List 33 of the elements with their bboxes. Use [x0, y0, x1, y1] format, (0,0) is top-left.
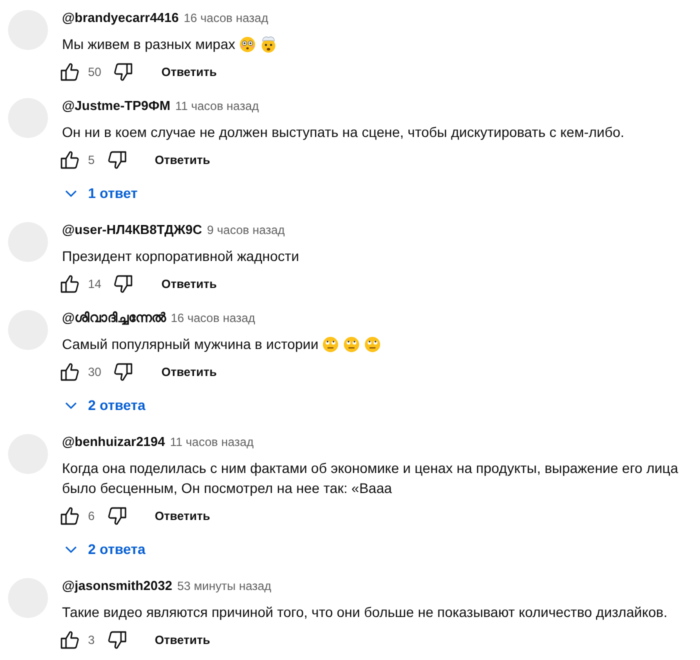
- comment-text: Мы живем в разных мирах: [62, 35, 236, 54]
- timestamp[interactable]: 16 часов назад: [184, 11, 268, 25]
- username[interactable]: @benhuizar2194: [62, 434, 165, 449]
- username[interactable]: @jasonsmith2032: [62, 578, 172, 593]
- reply-button[interactable]: Ответить: [148, 149, 216, 171]
- timestamp[interactable]: 11 часов назад: [170, 435, 254, 449]
- comment-text: Такие видео являются причиной того, что они больше не показывают количество дизлайков.: [62, 603, 668, 622]
- comment-text: Он ни в коем случае не должен выступать на сцене, чтобы дискутировать с кем-либо.: [62, 123, 624, 142]
- like-count: 3: [88, 633, 95, 647]
- username[interactable]: @ശിവാദിച്ചന്നേൽ: [62, 310, 166, 326]
- comment-text: Когда она поделилась с ним фактами об экономике и ценах на продукты, выражение его лица было бесценным, Он посмотрел на нее так: «Вааа: [62, 459, 680, 498]
- timestamp[interactable]: 9 часов назад: [207, 223, 285, 237]
- reply-button[interactable]: Ответить: [148, 505, 216, 527]
- timestamp[interactable]: 11 часов назад: [175, 99, 259, 113]
- replies-toggle[interactable]: 2 ответа: [62, 535, 146, 563]
- like-count: 5: [88, 153, 95, 167]
- like-count: 14: [88, 277, 102, 291]
- replies-toggle[interactable]: 2 ответа: [62, 391, 146, 419]
- comment-text: Президент корпоративной жадности: [62, 247, 300, 266]
- timestamp[interactable]: 16 часов назад: [170, 311, 256, 325]
- like-count: 50: [88, 65, 102, 79]
- comment-text: Самый популярный мужчина в истории: [62, 335, 318, 354]
- reply-button[interactable]: Ответить: [155, 61, 223, 83]
- username[interactable]: @brandyecarr4416: [62, 10, 179, 25]
- replies-toggle[interactable]: 1 ответ: [62, 179, 138, 207]
- reply-button[interactable]: Ответить: [148, 629, 216, 651]
- like-count: 6: [88, 509, 95, 523]
- reply-button[interactable]: Ответить: [155, 273, 223, 295]
- reply-button[interactable]: Ответить: [155, 361, 223, 383]
- username[interactable]: @Justme-TP9ФМ: [62, 98, 170, 113]
- like-count: 30: [88, 365, 102, 379]
- timestamp[interactable]: 53 минуты назад: [177, 579, 272, 593]
- username[interactable]: @user-НЛ4КВ8ТДЖ9С: [62, 222, 202, 237]
